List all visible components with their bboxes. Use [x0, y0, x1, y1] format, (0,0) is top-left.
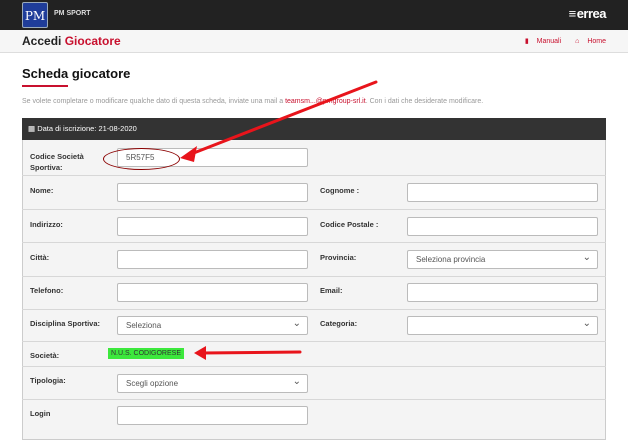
annotation-arrow-codice — [184, 80, 378, 158]
annotation-arrow-societa — [200, 350, 302, 355]
annotation-arrows — [180, 80, 378, 360]
annotation-arrowhead-codice — [180, 146, 197, 162]
annotation-arrowhead-societa — [194, 346, 206, 360]
